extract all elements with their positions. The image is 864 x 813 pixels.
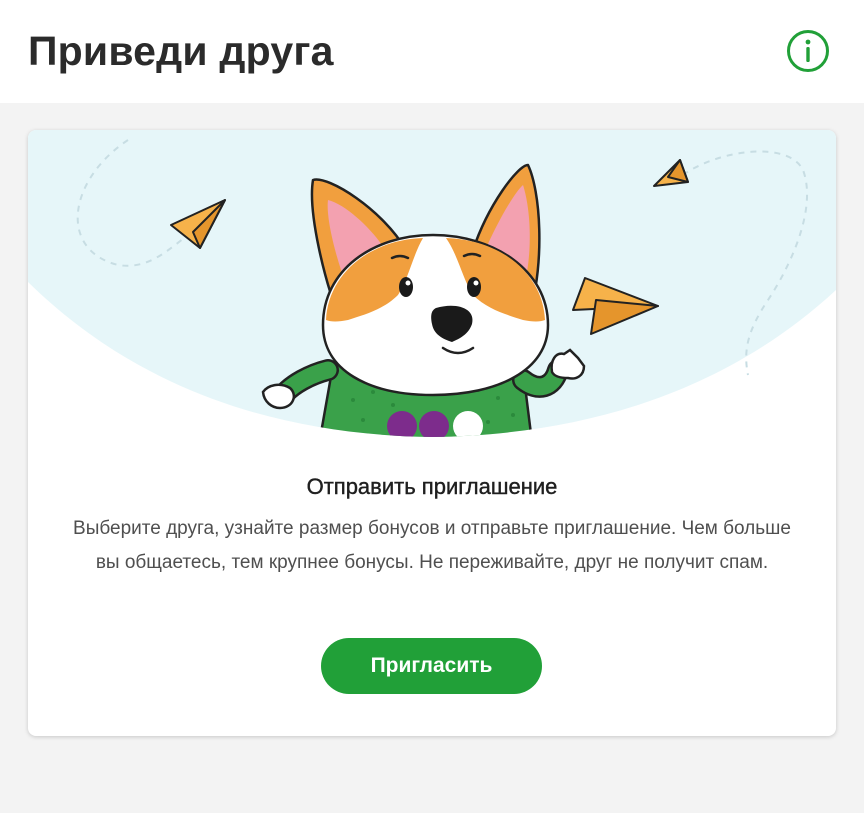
corgi-illustration: [28, 130, 836, 437]
page-title: Приведи друга: [28, 28, 334, 74]
card-description: Выберите друга, узнайте размер бонусов и…: [73, 518, 791, 573]
invite-card: Отправить приглашение Выберите друга, уз…: [28, 130, 836, 736]
info-button[interactable]: [786, 29, 830, 73]
info-circle-icon: [787, 30, 829, 72]
card-title: Отправить приглашение: [306, 474, 558, 499]
invite-button[interactable]: Пригласить: [321, 638, 542, 694]
header: Приведи друга: [0, 0, 864, 103]
